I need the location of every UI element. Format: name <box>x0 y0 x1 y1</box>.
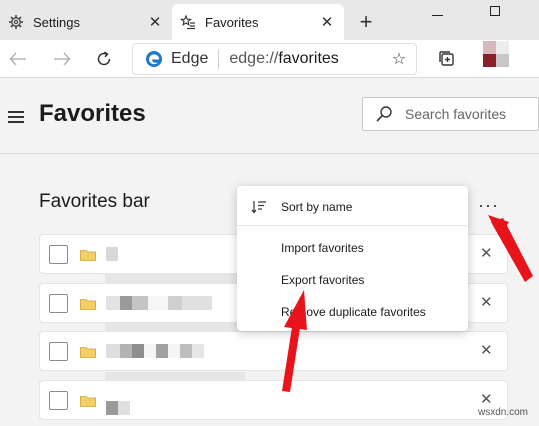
edge-label: Edge <box>171 50 209 67</box>
watermark-text: wsxdn.com <box>478 407 529 418</box>
list-item[interactable]: ✕ <box>39 380 508 420</box>
obscured-name <box>106 344 204 358</box>
menu-item-import-favorites[interactable]: Import favorites <box>237 233 468 263</box>
favorites-context-menu: Sort by name Import favorites Export fav… <box>237 186 468 331</box>
tab-title: Favorites <box>205 14 259 30</box>
sort-icon <box>251 200 267 214</box>
row-checkbox[interactable] <box>49 391 68 410</box>
forward-arrow-icon[interactable] <box>49 46 75 72</box>
menu-item-label: Remove duplicate favorites <box>281 305 426 319</box>
close-tab-icon[interactable]: ✕ <box>316 11 338 33</box>
search-input[interactable] <box>405 106 535 122</box>
close-icon[interactable]: ✕ <box>480 244 493 262</box>
menu-item-sort-by-name[interactable]: Sort by name <box>237 192 468 222</box>
new-tab-button[interactable]: + <box>353 9 379 35</box>
row-checkbox[interactable] <box>49 245 68 264</box>
folder-icon <box>80 345 96 358</box>
menu-item-export-favorites[interactable]: Export favorites <box>237 265 468 295</box>
tab-settings[interactable]: Settings ✕ <box>0 4 172 40</box>
menu-item-label: Export favorites <box>281 273 365 287</box>
hamburger-menu-icon[interactable] <box>8 111 24 123</box>
close-icon[interactable]: ✕ <box>480 390 493 408</box>
list-item[interactable]: ✕ <box>39 331 508 371</box>
back-arrow-icon[interactable] <box>5 46 31 72</box>
search-box[interactable] <box>362 97 539 131</box>
search-icon <box>375 105 393 123</box>
url-text: edge://favorites <box>229 50 339 67</box>
maximize-button[interactable] <box>476 0 514 28</box>
menu-divider <box>237 225 468 226</box>
profile-avatar[interactable] <box>483 41 509 67</box>
address-separator <box>218 49 220 69</box>
row-checkbox[interactable] <box>49 342 68 361</box>
menu-item-label: Import favorites <box>281 241 364 255</box>
add-favorite-star-icon[interactable]: ☆ <box>388 49 410 69</box>
annotation-arrow-icon <box>488 215 509 236</box>
row-checkbox[interactable] <box>49 294 68 313</box>
tab-favorites[interactable]: Favorites ✕ <box>172 4 344 40</box>
obscured-name <box>106 296 212 310</box>
collections-icon[interactable] <box>437 49 457 69</box>
tab-strip: Settings ✕ Favorites ✕ + <box>0 0 539 40</box>
gear-icon <box>8 14 24 30</box>
favorites-star-icon <box>180 14 196 30</box>
obscured-name <box>106 247 118 261</box>
minimize-button[interactable] <box>418 0 456 28</box>
tab-title: Settings <box>33 14 80 30</box>
menu-item-label: Sort by name <box>281 200 353 214</box>
favorites-header: Favorites <box>0 79 539 154</box>
page-title: Favorites <box>39 100 146 127</box>
more-options-icon[interactable]: ··· <box>478 195 499 216</box>
address-bar[interactable]: Edge edge://favorites ☆ <box>132 43 417 75</box>
close-icon[interactable]: ✕ <box>480 341 493 359</box>
edge-logo-icon <box>145 50 163 68</box>
obscured-name <box>106 401 130 415</box>
folder-icon <box>80 394 96 407</box>
close-tab-icon[interactable]: ✕ <box>144 11 166 33</box>
browser-toolbar: Edge edge://favorites ☆ <box>0 40 539 78</box>
section-title: Favorites bar <box>39 191 150 212</box>
folder-icon <box>80 297 96 310</box>
refresh-icon[interactable] <box>91 46 117 72</box>
folder-icon <box>80 248 96 261</box>
close-icon[interactable]: ✕ <box>480 293 493 311</box>
menu-item-remove-duplicates[interactable]: Remove duplicate favorites <box>237 297 468 327</box>
